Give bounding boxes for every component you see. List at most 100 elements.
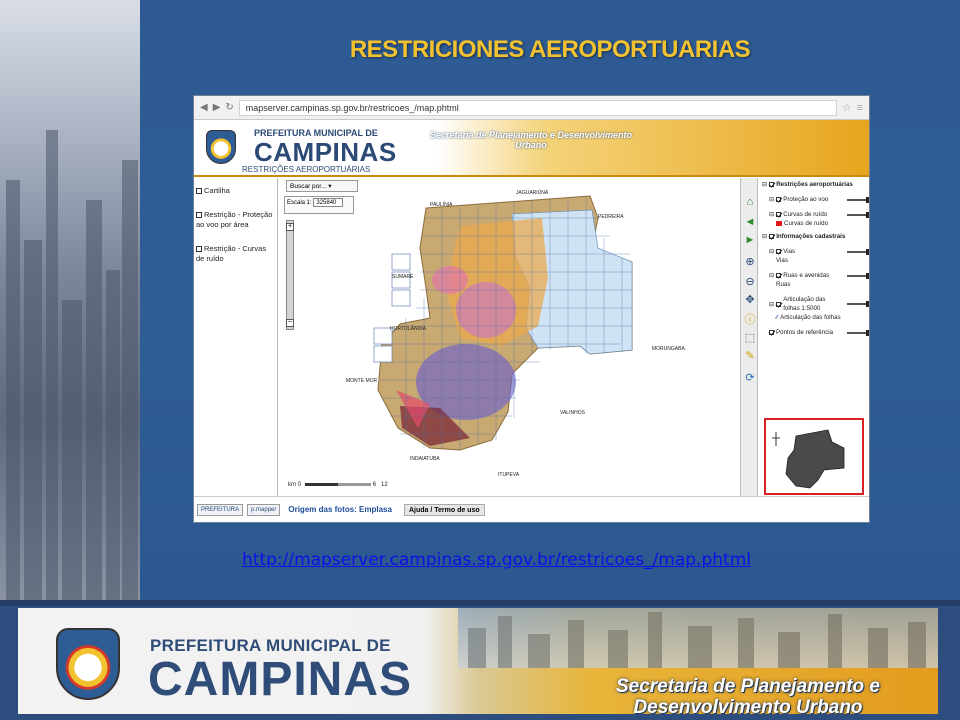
forward-icon[interactable]: ▶ <box>213 102 221 113</box>
site-subtitle: RESTRIÇÕES AEROPORTUÁRIAS <box>242 165 371 174</box>
legend-item-label: Articulação das folhas 1:5000 <box>783 296 826 312</box>
legend-sub-vias: Vias <box>762 256 869 265</box>
legend-item-curvas[interactable]: ⊟ Curvas de ruído <box>762 210 869 219</box>
overview-map[interactable] <box>764 418 864 495</box>
left-item-label: Cartilha <box>204 186 230 195</box>
map-url-link[interactable]: http://mapserver.campinas.sp.gov.br/rest… <box>193 550 800 570</box>
browser-toolbar: ◀ ▶ ↻ mapserver.campinas.sp.gov.br/restr… <box>194 96 869 120</box>
place-label: VALINHOS <box>560 410 585 416</box>
legend-item-label: Vias <box>783 248 796 255</box>
opacity-slider[interactable] <box>847 301 869 307</box>
place-label: SUMARÉ <box>392 274 414 280</box>
refresh-icon[interactable]: ⟳ <box>744 372 756 384</box>
footer-banner: PREFEITURA MUNICIPAL DE CAMPINAS Secreta… <box>0 600 960 720</box>
km-end: 12 <box>381 482 388 488</box>
scale-bar-graphic <box>304 482 371 486</box>
opacity-slider[interactable] <box>847 248 869 255</box>
forward-arrow-icon[interactable]: ► <box>744 234 756 246</box>
zoom-in-tool-icon[interactable]: ⊕ <box>744 256 756 268</box>
line-symbol-icon: ∕∕ <box>776 314 779 321</box>
red-swatch <box>776 221 782 226</box>
legend-sub-articulacao: ∕∕ Articulação das folhas <box>762 313 869 322</box>
legend-sub-curvas: Curvas de ruído <box>762 219 869 228</box>
zoom-out-tool-icon[interactable]: ⊖ <box>744 276 756 288</box>
collapse-icon[interactable]: ⊟ <box>762 180 767 189</box>
protection-zone-center <box>456 282 516 338</box>
place-label: ITUPEVA <box>498 472 520 478</box>
checkbox[interactable] <box>196 212 202 219</box>
footer-secretariat-line2: Desenvolvimento Urbano <box>633 697 863 714</box>
km-mid: 6 <box>372 482 377 488</box>
opacity-slider[interactable] <box>847 272 869 279</box>
footer-secretariat: Secretaria de Planejamento e Desenvolvim… <box>558 676 938 714</box>
select-icon[interactable]: ⬚ <box>744 332 756 344</box>
opacity-slider[interactable] <box>847 196 869 203</box>
legend-sub-label: Articulação das folhas <box>780 314 841 321</box>
place-label: PAULÍNIA <box>430 202 453 208</box>
legend-item-vias[interactable]: ⊟ Vias <box>762 247 869 256</box>
collapse-icon[interactable]: ⊟ <box>769 247 774 256</box>
map-graphic <box>373 195 633 451</box>
reload-icon[interactable]: ↻ <box>225 102 233 113</box>
opacity-slider[interactable] <box>847 329 869 336</box>
checkbox[interactable] <box>196 188 202 195</box>
prefeitura-chip[interactable]: PREFEITURA <box>197 503 244 516</box>
checkbox[interactable] <box>776 301 782 307</box>
checkbox[interactable] <box>769 182 775 187</box>
left-item-curvas[interactable]: Restrição - Curvas de ruído <box>196 244 275 264</box>
measure-icon[interactable]: ✎ <box>744 350 756 362</box>
collapse-icon[interactable]: ⊟ <box>769 210 774 219</box>
legend-item-pontos[interactable]: Pontos de referência <box>762 328 869 337</box>
legend-item-protecao[interactable]: ⊟ Proteção ao voo <box>762 195 869 204</box>
legend-item-ruas[interactable]: ⊟ Ruas e avenidas <box>762 271 869 280</box>
footer-org-big: CAMPINAS <box>148 653 413 706</box>
checkbox[interactable] <box>769 234 775 239</box>
back-arrow-icon[interactable]: ◄ <box>744 216 756 228</box>
pan-icon[interactable]: ✥ <box>744 294 756 306</box>
legend-item-label: Ruas e avenidas <box>783 272 830 279</box>
menu-icon[interactable]: ≡ <box>857 102 863 114</box>
checkbox[interactable] <box>196 246 202 253</box>
map-toolbar: ⌂ ◄ ► ⊕ ⊖ ✥ ⓘ ⬚ ✎ ⟳ <box>740 178 758 498</box>
browser-screenshot: ◀ ▶ ↻ mapserver.campinas.sp.gov.br/restr… <box>193 95 870 523</box>
help-button[interactable]: Ajuda / Termo de uso <box>403 503 485 516</box>
legend-item-articulacao[interactable]: ⊟ Articulação das folhas 1:5000 <box>762 295 869 313</box>
legend-group-info[interactable]: ⊟ Informações cadastrais <box>762 232 869 241</box>
pmapper-chip[interactable]: p.mapper <box>247 503 281 516</box>
checkbox[interactable] <box>769 330 774 335</box>
legend-panel: ⊟ Restrições aeroportuárias ⊟ Proteção ao … <box>760 178 869 498</box>
place-label: JAGUARIÚNA <box>516 190 549 196</box>
opacity-slider[interactable] <box>847 211 869 218</box>
collapse-icon[interactable]: ⊟ <box>769 300 774 309</box>
place-label: PEDREIRA <box>598 214 624 220</box>
star-icon[interactable]: ☆ <box>842 101 852 114</box>
map-canvas[interactable]: Buscar por... ▾ Escala 1: 325840 + − JAG… <box>280 178 740 498</box>
place-label: MORUNGABA <box>652 346 685 352</box>
home-icon[interactable]: ⌂ <box>744 196 756 208</box>
checkbox[interactable] <box>776 249 782 254</box>
collapse-icon[interactable]: ⊟ <box>769 195 774 204</box>
legend-sub-label: Vias <box>776 257 788 264</box>
site-org-big: CAMPINAS <box>254 137 397 167</box>
left-item-label: Restrição - Curvas de ruído <box>196 244 267 263</box>
left-item-cartilha[interactable]: Cartilha <box>196 186 275 196</box>
legend-group-restricoes[interactable]: ⊟ Restrições aeroportuárias <box>762 180 869 189</box>
left-item-protecao[interactable]: Restrição - Proteção ao voo por área <box>196 210 275 230</box>
legend-sub-label: Curvas de ruído <box>784 220 829 227</box>
collapse-icon[interactable]: ⊟ <box>762 232 767 241</box>
legend-sub-label: Ruas <box>776 281 791 288</box>
footer-secretariat-line1: Secretaria de Planejamento e <box>615 676 880 697</box>
background-city-photo <box>0 0 140 600</box>
checkbox[interactable] <box>776 212 782 217</box>
collapse-icon[interactable]: ⊟ <box>769 271 774 280</box>
checkbox[interactable] <box>776 197 782 202</box>
site-header: PREFEITURA MUNICIPAL DE CAMPINAS RESTRIÇ… <box>194 120 869 177</box>
identify-icon[interactable]: ⓘ <box>744 314 756 326</box>
scale-bar: km 0 6 12 <box>288 482 388 488</box>
checkbox[interactable] <box>776 273 782 278</box>
address-bar[interactable]: mapserver.campinas.sp.gov.br/restricoes_… <box>238 99 837 116</box>
back-icon[interactable]: ◀ <box>200 102 208 113</box>
left-item-label: Restrição - Proteção ao voo por área <box>196 210 273 229</box>
photo-origin: Origem das fotos: Emplasa <box>288 505 392 514</box>
left-panel: Cartilha Restrição - Proteção ao voo por… <box>194 178 278 498</box>
